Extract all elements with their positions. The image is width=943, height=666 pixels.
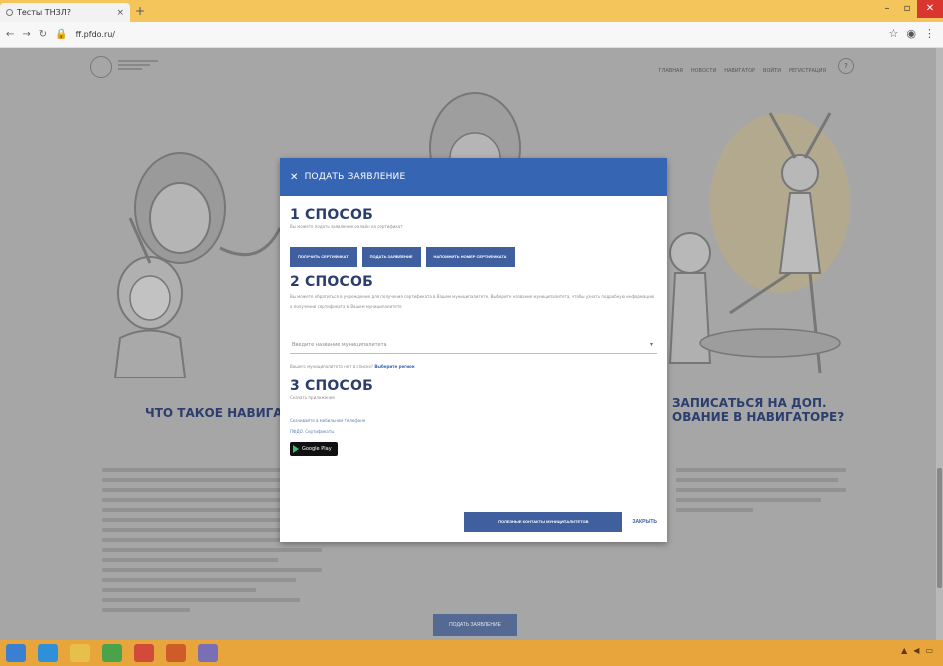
way1-buttons: ПОЛУЧИТЬ СЕРТИФИКАТ ПОДАТЬ ЗАЯВЛЕНИЕ НАП… [290, 247, 657, 267]
municipality-select[interactable]: Введите название муниципалитета ▾ [290, 336, 657, 354]
help-icon[interactable]: ? [838, 58, 854, 74]
page-apply-button[interactable]: ПОДАТЬ ЗАЯВЛЕНИЕ [433, 614, 517, 636]
modal-footer: ПОЛЕЗНЫЕ КОНТАКТЫ МУНИЦИПАЛИТЕТОВ ЗАКРЫТ… [464, 512, 657, 532]
new-tab-button[interactable]: + [135, 5, 149, 18]
section-title-right-line2: ОВАНИЕ В НАВИГАТОРЕ? [672, 410, 845, 424]
explorer-icon[interactable] [70, 644, 90, 662]
tab-title: Тесты ТНЗЛ? [17, 8, 72, 17]
clock-icon[interactable]: ▭ [925, 646, 933, 655]
start-icon[interactable] [6, 644, 26, 662]
window-controls: – ▫ ✕ [877, 0, 943, 18]
back-icon[interactable]: ← [6, 29, 14, 40]
municipality-select-placeholder: Введите название муниципалитета [292, 342, 387, 348]
system-tray: ▲ ◀ ▭ [901, 646, 933, 655]
scrollbar-thumb[interactable] [937, 468, 942, 588]
modal-body: 1 СПОСОБ Вы можете подать заявление онла… [280, 196, 667, 542]
app-name-label: ПФДО. Сертификаты [290, 429, 335, 434]
page-scrollbar[interactable] [936, 48, 943, 640]
forward-icon[interactable]: → [22, 29, 30, 40]
region-line: Вашего муниципалитета нет в списке? Выбе… [290, 364, 657, 369]
store-label: Скачивайте в мобильном телефоне [290, 418, 366, 423]
url-field[interactable]: ff.pfdo.ru/ [76, 30, 115, 39]
menu-icon[interactable]: ⋮ [924, 27, 935, 40]
reload-icon[interactable]: ↻ [39, 29, 47, 40]
nav-item-news[interactable]: НОВОСТИ [691, 68, 716, 74]
google-play-label: Google Play [302, 446, 332, 452]
nav-item-register[interactable]: РЕГИСТРАЦИЯ [789, 68, 826, 74]
profile-icon[interactable]: ◉ [906, 27, 916, 40]
section-title-right-line1: ЗАПИСАТЬСЯ НА ДОП. [672, 396, 827, 410]
media-icon[interactable] [166, 644, 186, 662]
lock-icon: 🔒 [55, 29, 68, 40]
way1-subtitle: Вы можете подать заявление онлайн на сер… [290, 224, 403, 229]
network-icon[interactable]: ▲ [901, 646, 907, 655]
modal-close-icon[interactable]: ✕ [290, 172, 299, 183]
google-play-button[interactable]: Google Play [290, 442, 338, 456]
window-close-button[interactable]: ✕ [917, 0, 943, 18]
useful-contacts-button[interactable]: ПОЛЕЗНЫЕ КОНТАКТЫ МУНИЦИПАЛИТЕТОВ [464, 512, 623, 532]
browser-titlebar: Тесты ТНЗЛ? × + – ▫ ✕ [0, 0, 943, 22]
section-text-right [676, 468, 846, 518]
remind-certificate-number-button[interactable]: НАПОМНИТЬ НОМЕР СЕРТИФИКАТА [425, 247, 515, 267]
tab-favicon-icon [6, 9, 13, 16]
section-title-right: ЗАПИСАТЬСЯ НА ДОП. ОВАНИЕ В НАВИГАТОРЕ? [672, 396, 844, 424]
way3-title: 3 СПОСОБ [290, 378, 373, 394]
modal-close-button[interactable]: ЗАКРЫТЬ [632, 519, 657, 525]
browser-tab[interactable]: Тесты ТНЗЛ? × [0, 3, 130, 22]
volume-icon[interactable]: ◀ [913, 646, 919, 655]
section-title-left: ЧТО ТАКОЕ НАВИГАТО [145, 406, 301, 420]
nav-item-navigator[interactable]: НАВИГАТОР [724, 68, 755, 74]
way2-title: 2 СПОСОБ [290, 274, 373, 290]
google-play-icon [293, 445, 299, 453]
site-logo-text [118, 60, 158, 70]
tab-close-icon[interactable]: × [116, 8, 124, 18]
apply-modal: ✕ ПОДАТЬ ЗАЯВЛЕНИЕ 1 СПОСОБ Вы можете по… [280, 158, 667, 542]
way1-section: 1 СПОСОБ Вы можете подать заявление онла… [290, 208, 657, 267]
modal-header: ✕ ПОДАТЬ ЗАЯВЛЕНИЕ [280, 158, 667, 196]
family-illustration [113, 152, 282, 378]
way1-title: 1 СПОСОБ [290, 207, 373, 223]
way2-section: 2 СПОСОБ Вы можете обратиться в учрежден… [290, 275, 657, 369]
ie-icon[interactable] [38, 644, 58, 662]
bookmark-star-icon[interactable]: ☆ [889, 27, 899, 40]
site-logo-icon[interactable] [90, 56, 112, 78]
way3-subtitle: Скачать приложение [290, 395, 335, 400]
region-prefix: Вашего муниципалитета нет в списке? [290, 364, 374, 369]
way2-description: Вы можете обратиться в учреждение для по… [290, 294, 655, 309]
nav-item-home[interactable]: ГЛАВНАЯ [659, 68, 683, 74]
minimize-button[interactable]: – [877, 0, 897, 18]
modal-title: ПОДАТЬ ЗАЯВЛЕНИЕ [304, 172, 406, 182]
maximize-button[interactable]: ▫ [897, 0, 917, 18]
choose-region-link[interactable]: Выберите регион [374, 364, 414, 369]
ballerina-illustration [668, 112, 850, 373]
app-icon[interactable] [198, 644, 218, 662]
store-icon[interactable] [102, 644, 122, 662]
mother-illustration [429, 92, 521, 168]
site-nav: ГЛАВНАЯ НОВОСТИ НАВИГАТОР ВОЙТИ РЕГИСТРА… [659, 68, 826, 74]
nav-item-login[interactable]: ВОЙТИ [763, 68, 781, 74]
submit-application-button[interactable]: ПОДАТЬ ЗАЯВЛЕНИЕ [361, 247, 421, 267]
taskbar: ▲ ◀ ▭ [0, 640, 943, 666]
address-bar: ← → ↻ 🔒 ff.pfdo.ru/ ☆ ◉ ⋮ [0, 22, 943, 48]
chrome-icon[interactable] [134, 644, 154, 662]
chevron-down-icon: ▾ [649, 341, 653, 348]
get-certificate-button[interactable]: ПОЛУЧИТЬ СЕРТИФИКАТ [290, 247, 357, 267]
way3-section: 3 СПОСОБ Скачать приложение Скачивайте в… [290, 379, 657, 456]
